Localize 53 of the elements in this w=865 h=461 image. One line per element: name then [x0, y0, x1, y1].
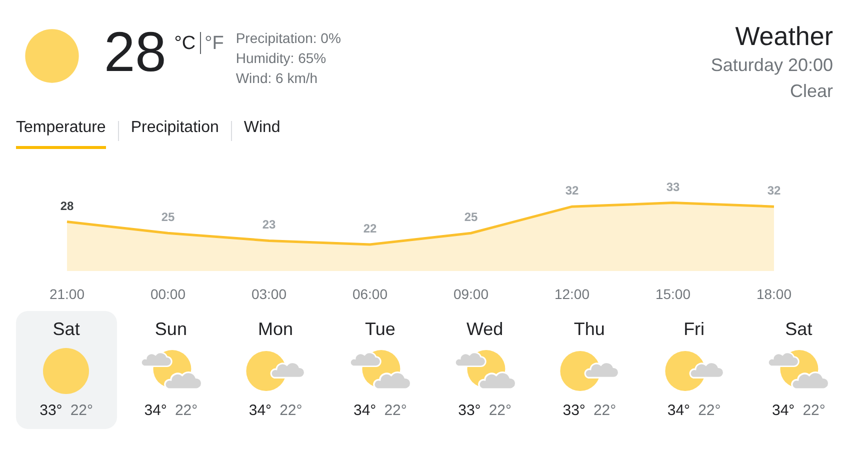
- low-temperature: 22°: [174, 401, 198, 421]
- chart-tab[interactable]: Wind: [244, 112, 280, 149]
- day-name: Sat: [52, 318, 80, 341]
- value-label: 28: [60, 198, 74, 213]
- date-time: Saturday 20:00: [710, 54, 833, 77]
- low-temperature: 22°: [70, 401, 93, 421]
- high-temperature: 33°: [562, 401, 586, 421]
- weather-title: Weather: [735, 20, 833, 52]
- value-label: 25: [161, 210, 175, 224]
- day-card[interactable]: Sat 33° 22°: [16, 311, 117, 429]
- low-temperature: 22°: [802, 401, 826, 421]
- low-temperature: 22°: [280, 401, 302, 421]
- day-name: Sun: [154, 318, 187, 341]
- time-label: 21:00: [49, 286, 85, 302]
- unit-toggle[interactable]: °C: [174, 34, 196, 52]
- chart-tab[interactable]: Precipitation: [130, 112, 219, 149]
- low-temperature: 22°: [593, 401, 616, 421]
- value-label: 22: [363, 221, 377, 236]
- time-label: 03:00: [251, 286, 287, 302]
- day-name: Sat: [785, 318, 812, 341]
- day-name: Fri: [684, 318, 705, 341]
- condition-text: Clear: [790, 80, 833, 103]
- high-temperature: 34°: [667, 401, 690, 421]
- high-temperature: 34°: [354, 401, 376, 421]
- day-name: Thu: [574, 318, 605, 341]
- day-name: Mon: [258, 318, 294, 341]
- time-label: 00:00: [150, 286, 186, 302]
- unit-toggle[interactable]: °F: [204, 34, 224, 52]
- value-label: 32: [565, 184, 579, 198]
- value-label: 33: [666, 180, 680, 194]
- time-label: 15:00: [655, 286, 691, 302]
- high-temperature: 33°: [458, 401, 481, 421]
- high-temperature: 34°: [772, 401, 795, 421]
- value-label: 25: [464, 210, 478, 224]
- value-label: 32: [767, 184, 781, 198]
- high-temperature: 33°: [40, 401, 62, 421]
- current-temperature: 28: [104, 22, 166, 82]
- high-temperature: 34°: [144, 401, 167, 421]
- value-label: 23: [262, 218, 276, 232]
- low-temperature: 22°: [488, 401, 512, 421]
- weather-detail: Humidity: 65%: [236, 49, 328, 68]
- time-label: 06:00: [352, 286, 388, 302]
- weather-detail: Wind: 6 km/h: [236, 69, 319, 88]
- chart-tab[interactable]: Temperature: [16, 112, 106, 149]
- weather-detail: Precipitation: 0%: [236, 29, 341, 48]
- day-name: Wed: [466, 318, 504, 341]
- low-temperature: 22°: [384, 401, 407, 421]
- time-label: 18:00: [756, 286, 792, 302]
- low-temperature: 22°: [698, 401, 721, 421]
- time-label: 12:00: [554, 286, 590, 302]
- high-temperature: 34°: [248, 401, 272, 421]
- day-name: Tue: [365, 318, 396, 341]
- time-label: 09:00: [453, 286, 489, 302]
